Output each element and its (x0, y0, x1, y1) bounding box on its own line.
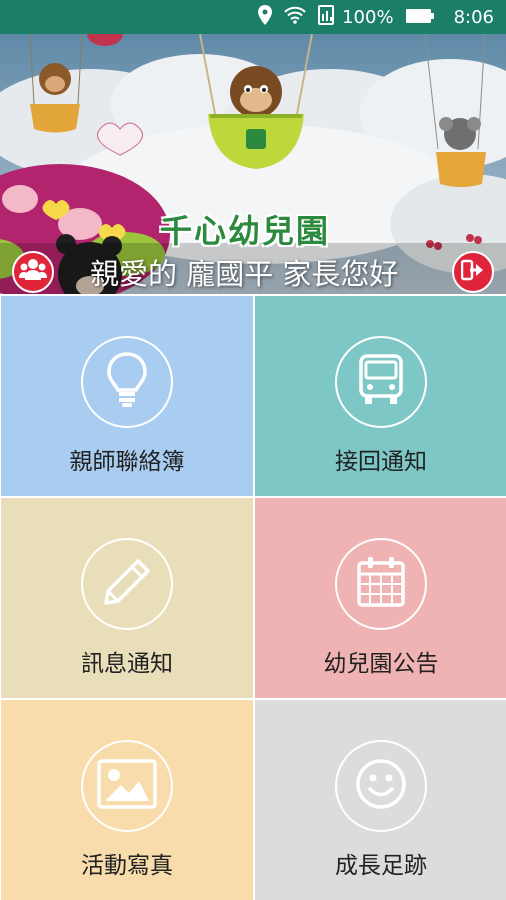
menu-icon-circle (81, 740, 173, 832)
greeting-text: 親愛的 龐國平 家長您好 (90, 257, 399, 291)
menu-label: 活動寫真 (81, 853, 173, 879)
battery-percent: 100% (342, 6, 394, 28)
group-button[interactable] (12, 251, 54, 293)
menu-icon-circle (335, 538, 427, 630)
status-icons: 100% 8:06 (246, 0, 494, 34)
pencil-icon (102, 557, 152, 611)
status-bar: 100% 8:06 (0, 0, 506, 34)
group-icon (19, 258, 47, 286)
logout-button[interactable] (452, 251, 494, 293)
wifi-icon (284, 6, 306, 28)
menu-label: 幼兒園公告 (323, 651, 439, 677)
clock: 8:06 (453, 6, 494, 28)
menu-icon-circle (335, 336, 427, 428)
menu-icon-circle (335, 740, 427, 832)
greeting-row: 親愛的 龐國平 家長您好 (0, 243, 506, 294)
lightbulb-icon (107, 352, 147, 412)
menu-tile-contact-book[interactable]: 親師聯絡簿 (1, 296, 253, 496)
menu-tile-pickup-notice[interactable]: 接回通知 (255, 296, 506, 496)
menu-icon-circle (81, 538, 173, 630)
battery-icon (405, 8, 434, 27)
menu-tile-growth-record[interactable]: 成長足跡 (255, 700, 506, 900)
sim-signal-icon (318, 5, 336, 29)
menu-tile-photos[interactable]: 活動寫真 (1, 700, 253, 900)
menu-grid: 親師聯絡簿 接回通知 訊息通知 幼兒園公告 活動寫真 成長足跡 (0, 294, 506, 900)
menu-label: 親師聯絡簿 (69, 449, 185, 475)
menu-icon-circle (81, 336, 173, 428)
menu-tile-messages[interactable]: 訊息通知 (1, 498, 253, 698)
bus-icon (358, 354, 404, 410)
exit-icon (460, 259, 485, 285)
menu-label: 接回通知 (335, 449, 427, 475)
banner: 千心幼兒園 親愛的 龐國平 家長您好 (0, 34, 506, 294)
smiley-icon (355, 758, 407, 814)
location-icon (258, 5, 273, 29)
menu-label: 成長足跡 (335, 853, 427, 879)
menu-tile-announcements[interactable]: 幼兒園公告 (255, 498, 506, 698)
calendar-icon (356, 556, 406, 612)
image-icon (97, 759, 157, 813)
app-screen: 100% 8:06 千心幼兒園 親愛的 龐國平 家長您好 親師聯絡簿 接回通知 … (0, 0, 506, 900)
menu-label: 訊息通知 (81, 651, 173, 677)
